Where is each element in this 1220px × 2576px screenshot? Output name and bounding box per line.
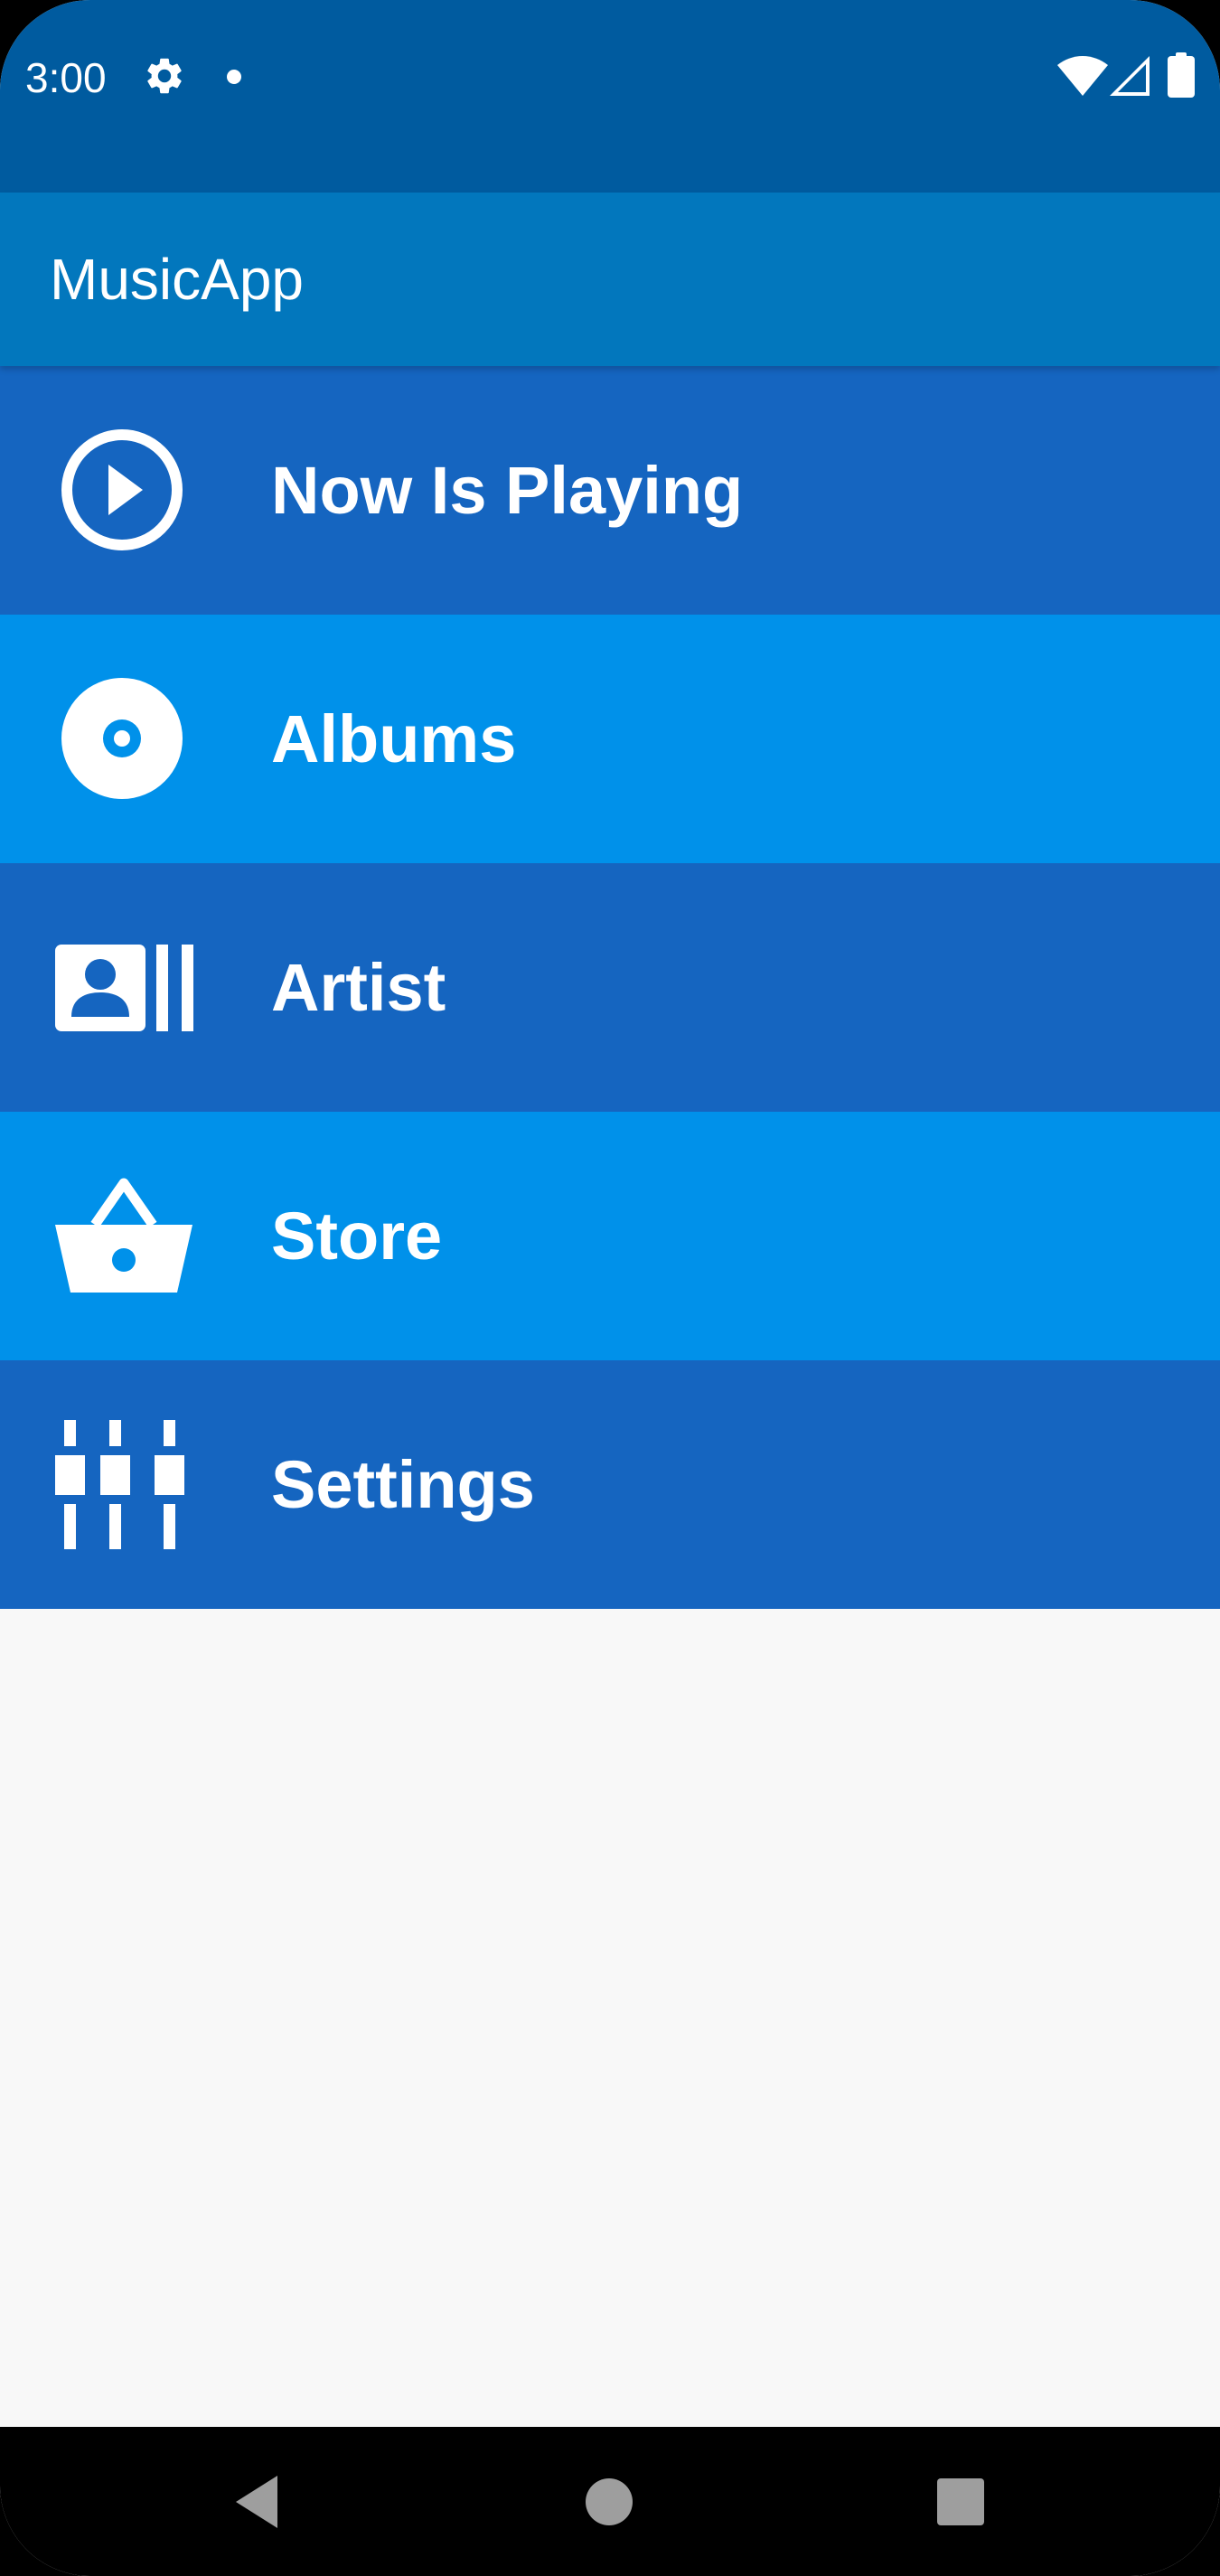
status-time: 3:00 <box>25 54 107 101</box>
app-bar: MusicApp <box>0 193 1220 366</box>
gear-icon <box>147 58 182 94</box>
notification-dot-icon <box>227 70 241 84</box>
phone-screen: 3:00 MusicApp Now Is Playing Albums Arti… <box>0 0 1220 2576</box>
equalizer-sliders-icon <box>50 1419 194 1550</box>
artist-profile-icon <box>50 922 194 1053</box>
wifi-icon <box>1057 56 1108 96</box>
recents-icon[interactable] <box>937 2478 984 2525</box>
disc-icon <box>50 673 194 804</box>
menu-item-store[interactable]: Store <box>0 1112 1220 1360</box>
app-title: MusicApp <box>50 247 304 312</box>
menu-item-artist[interactable]: Artist <box>0 863 1220 1112</box>
back-icon[interactable] <box>230 2472 285 2532</box>
menu-item-albums[interactable]: Albums <box>0 615 1220 863</box>
system-nav-bar <box>0 2427 1220 2576</box>
menu-item-label: Albums <box>271 701 517 776</box>
play-circle-icon <box>50 425 194 556</box>
cell-signal-icon <box>1110 56 1150 96</box>
status-bar: 3:00 <box>0 0 1220 193</box>
menu-item-label: Settings <box>271 1447 535 1522</box>
menu-item-label: Now Is Playing <box>271 453 744 528</box>
shopping-basket-icon <box>50 1170 194 1302</box>
menu-item-label: Artist <box>271 950 446 1025</box>
main-menu: Now Is Playing Albums Artist Store Setti… <box>0 366 1220 1609</box>
menu-item-label: Store <box>271 1199 443 1274</box>
home-icon[interactable] <box>586 2478 633 2525</box>
menu-item-now-playing[interactable]: Now Is Playing <box>0 366 1220 615</box>
battery-icon <box>1168 52 1195 98</box>
menu-item-settings[interactable]: Settings <box>0 1360 1220 1609</box>
